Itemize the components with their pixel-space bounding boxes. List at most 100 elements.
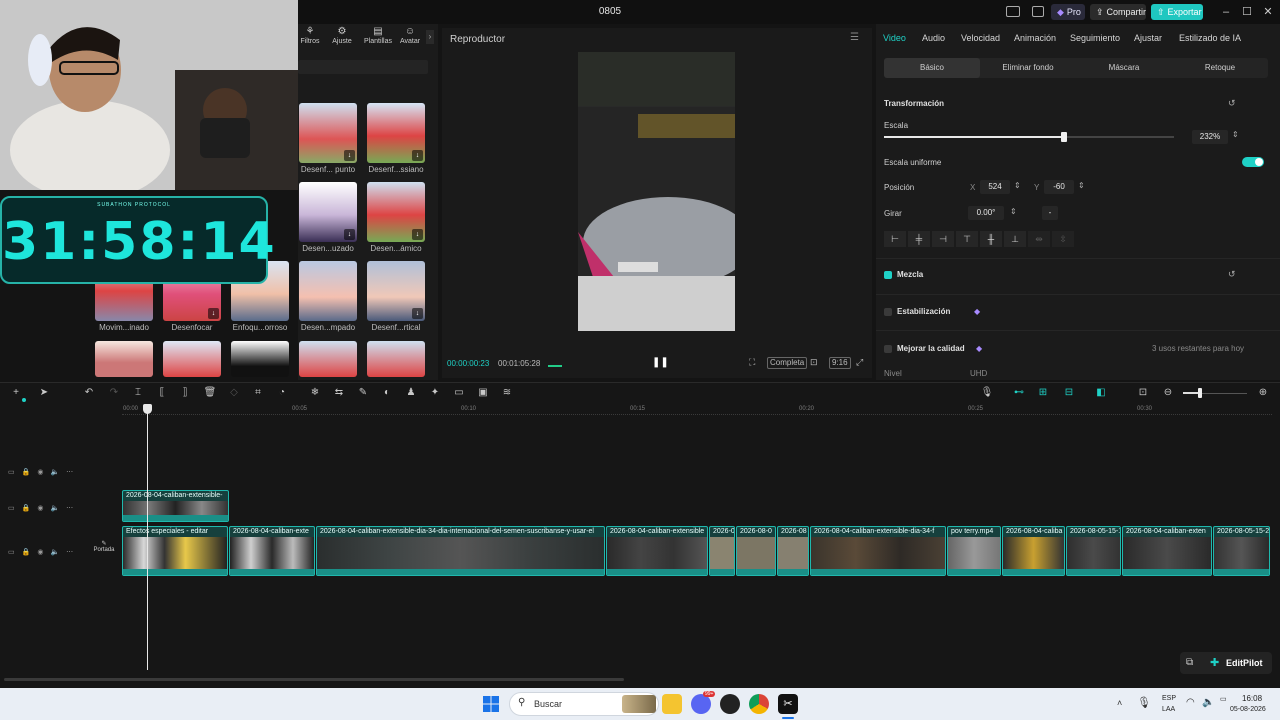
timeline-waveform-icon[interactable] bbox=[548, 361, 562, 367]
chevron-right-icon[interactable]: › bbox=[426, 30, 434, 44]
distribute-v-icon[interactable]: ⇳ bbox=[1052, 231, 1074, 247]
tab-adjust[interactable]: Ajustar bbox=[1134, 33, 1162, 43]
share-button[interactable]: ⇪ Compartir bbox=[1090, 4, 1146, 20]
battery-icon[interactable]: ▭ bbox=[1220, 695, 1227, 703]
fullscreen-icon[interactable]: ⤢ bbox=[856, 357, 863, 368]
main-clip[interactable]: 2026-08-05-15-2 bbox=[1213, 526, 1270, 576]
effect-thumb[interactable] bbox=[163, 341, 221, 377]
effect-thumb[interactable] bbox=[367, 341, 425, 377]
main-clip[interactable]: 2026-08-04-caliban-exten bbox=[1122, 526, 1212, 576]
main-clip[interactable]: 2026-08-05-15-1 bbox=[1066, 526, 1121, 576]
caption-icon[interactable]: ▭ bbox=[452, 387, 466, 399]
discord-icon[interactable] bbox=[691, 694, 711, 714]
main-clip[interactable]: 2026-08-04-caliban-extensible-dia-34-f bbox=[810, 526, 946, 576]
reset-icon[interactable]: ↺ bbox=[1228, 269, 1236, 280]
effect-thumb[interactable]: ↓ bbox=[299, 103, 357, 163]
effect-thumb[interactable]: ↓ bbox=[299, 182, 357, 242]
video-preview[interactable] bbox=[578, 52, 735, 331]
image-icon[interactable]: ▣ bbox=[476, 387, 490, 399]
more-icon[interactable]: ⋯ bbox=[66, 504, 73, 512]
align-right-icon[interactable]: ⊣ bbox=[932, 231, 954, 247]
main-clip[interactable]: Efectos especiales - editar bbox=[122, 526, 228, 576]
volume-icon[interactable]: 🔈 bbox=[1202, 697, 1214, 708]
tab-avatar[interactable]: ☺ Avatar bbox=[394, 26, 426, 50]
main-clip[interactable]: 2026-08-04-caliban-extensible-dia-34-dia… bbox=[316, 526, 605, 576]
microphone-icon[interactable]: 🎙 bbox=[980, 387, 994, 399]
stepper-icon[interactable]: ⇕ bbox=[1014, 181, 1021, 190]
chrome-icon[interactable] bbox=[749, 694, 769, 714]
eye-icon[interactable]: ◉ bbox=[37, 468, 43, 476]
effect-thumb[interactable]: ↓ bbox=[367, 261, 425, 321]
effect-thumb[interactable]: ↓ bbox=[367, 182, 425, 242]
player-menu-icon[interactable]: ☰ bbox=[850, 32, 859, 43]
overlay-clip[interactable]: 2026-08-04-caliban-extensible- bbox=[122, 490, 229, 522]
taskbar-search-input[interactable]: ⚲ Buscar bbox=[509, 692, 659, 716]
speed-icon[interactable]: ◔ bbox=[275, 387, 289, 399]
pro-button[interactable]: ◆ Pro bbox=[1051, 4, 1085, 20]
effect-thumb[interactable] bbox=[231, 341, 289, 377]
tab-video[interactable]: Video bbox=[883, 33, 906, 43]
main-clip[interactable]: 2026-08 bbox=[777, 526, 809, 576]
split-right-icon[interactable]: ⟧ bbox=[178, 387, 192, 399]
rotate-mirror-input[interactable]: - bbox=[1042, 206, 1058, 220]
freeze-icon[interactable]: ❄ bbox=[308, 387, 322, 399]
zoom-slider-handle[interactable] bbox=[1198, 388, 1202, 398]
download-icon[interactable]: ↓ bbox=[208, 308, 219, 319]
align-left-icon[interactable]: ⊢ bbox=[884, 231, 906, 247]
capcut-icon[interactable]: ✂ bbox=[778, 694, 798, 714]
effect-thumb[interactable] bbox=[95, 341, 153, 377]
media-search-input[interactable] bbox=[298, 60, 428, 74]
track-toggle-icon[interactable]: ▭ bbox=[8, 504, 15, 512]
preview-axis-icon[interactable]: ⊟ bbox=[1062, 387, 1076, 399]
clock-date[interactable]: 05-08-2026 bbox=[1230, 706, 1266, 713]
tab-adjust[interactable]: ⚙ Ajuste bbox=[326, 26, 358, 50]
select-tool-icon[interactable]: ➤ bbox=[37, 387, 51, 399]
level-select[interactable]: UHD bbox=[970, 369, 987, 378]
subtab-basic[interactable]: Básico bbox=[884, 58, 980, 78]
redo-icon[interactable]: ↷ bbox=[107, 387, 121, 399]
audio-icon[interactable]: ≋ bbox=[500, 387, 514, 399]
tab-audio[interactable]: Audio bbox=[922, 33, 945, 43]
stabilize-section-title[interactable]: Estabilización bbox=[897, 307, 950, 316]
stepper-icon[interactable]: ⇕ bbox=[1078, 181, 1085, 190]
language-code[interactable]: ESP bbox=[1162, 695, 1176, 702]
reverse-icon[interactable]: ⇆ bbox=[332, 387, 346, 399]
tab-filters[interactable]: ⚘ Filtros bbox=[294, 26, 326, 50]
pen-icon[interactable]: ✎ bbox=[356, 387, 370, 399]
minimize-icon[interactable]: – bbox=[1217, 4, 1235, 20]
windows-start-icon[interactable] bbox=[483, 696, 499, 712]
subtab-retouch[interactable]: Retoque bbox=[1172, 58, 1268, 78]
main-clip[interactable]: 2026-08-0 bbox=[736, 526, 776, 576]
align-center-icon[interactable]: ╪ bbox=[908, 231, 930, 247]
clock-time[interactable]: 16:08 bbox=[1242, 694, 1262, 703]
download-icon[interactable]: ↓ bbox=[344, 150, 355, 161]
caption-track-icon[interactable]: ⊡ bbox=[1136, 387, 1150, 399]
zoom-out-icon[interactable]: ⊖ bbox=[1161, 387, 1175, 399]
tab-ai-style[interactable]: Estilizado de IA bbox=[1179, 33, 1241, 43]
fit-icon[interactable]: ⊡ bbox=[810, 357, 818, 368]
scale-input[interactable]: 232% bbox=[1192, 130, 1228, 144]
tab-tracking[interactable]: Seguimiento bbox=[1070, 33, 1120, 43]
stabilize-checkbox[interactable] bbox=[884, 308, 892, 316]
align-middle-icon[interactable]: ╫ bbox=[980, 231, 1002, 247]
speaker-icon[interactable]: 🔈 bbox=[50, 548, 59, 556]
quality-selector[interactable]: Completa bbox=[767, 357, 808, 369]
subtab-mask[interactable]: Máscara bbox=[1076, 58, 1172, 78]
main-clip[interactable]: pov terry.mp4 bbox=[947, 526, 1001, 576]
effect-thumb[interactable] bbox=[299, 341, 357, 377]
pause-button[interactable]: ❚❚ bbox=[652, 357, 669, 369]
more-icon[interactable]: ⋯ bbox=[66, 468, 73, 476]
more-icon[interactable]: ⋯ bbox=[66, 548, 73, 556]
align-top-icon[interactable]: ⊤ bbox=[956, 231, 978, 247]
add-track-icon[interactable]: + bbox=[9, 387, 23, 399]
chevron-up-icon[interactable]: ˄ bbox=[1117, 698, 1122, 708]
lock-icon[interactable]: 🔒 bbox=[22, 468, 31, 476]
main-track-icon[interactable]: ◧ bbox=[1094, 387, 1108, 399]
snap-icon[interactable]: ⊞ bbox=[1036, 387, 1050, 399]
playhead[interactable] bbox=[147, 410, 148, 670]
magic-icon[interactable]: ✦ bbox=[428, 387, 442, 399]
lock-icon[interactable]: 🔒 bbox=[22, 548, 31, 556]
link-icon[interactable]: ⊷ bbox=[1012, 387, 1026, 399]
keyboard-layout[interactable]: LAA bbox=[1162, 706, 1175, 713]
file-explorer-icon[interactable] bbox=[662, 694, 682, 714]
